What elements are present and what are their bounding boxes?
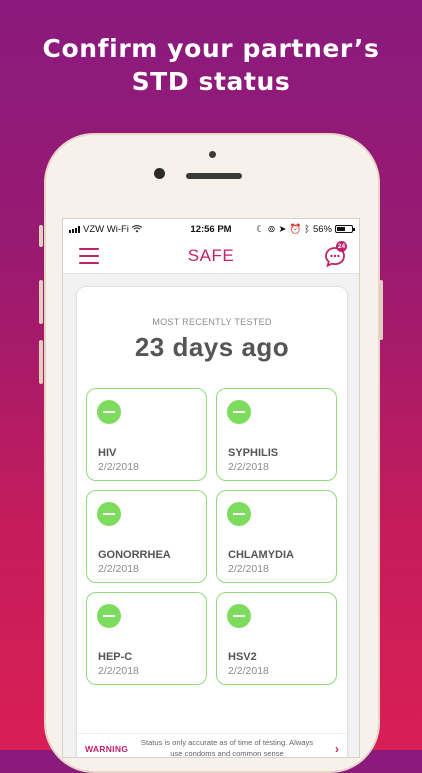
test-name: GONORRHEA [98, 549, 171, 561]
test-tile-gonorrhea[interactable]: GONORRHEA 2/2/2018 [86, 490, 207, 583]
test-tile-chlamydia[interactable]: CHLAMYDIA 2/2/2018 [216, 490, 337, 583]
volume-up-button [39, 280, 43, 324]
battery-icon [335, 225, 355, 233]
headline-line-1: Confirm your partner’s [42, 34, 380, 63]
test-date: 2/2/2018 [228, 461, 269, 473]
recent-tested-value: 23 days ago [134, 332, 290, 362]
negative-status-icon [97, 502, 121, 526]
headline-line-2: STD status [131, 67, 291, 96]
mute-switch [39, 225, 43, 247]
test-tile-hsv2[interactable]: HSV2 2/2/2018 [216, 592, 337, 685]
negative-status-icon [97, 400, 121, 424]
test-date: 2/2/2018 [228, 665, 269, 677]
warning-text: Status is only accurate as of time of te… [140, 738, 314, 758]
test-date: 2/2/2018 [228, 563, 269, 575]
chevron-right-icon: › [335, 742, 339, 756]
earpiece-speaker [186, 173, 242, 179]
location-icon: ➤ [278, 223, 287, 235]
warning-banner[interactable]: WARNING Status is only accurate as of ti… [77, 733, 347, 758]
rotation-lock-icon: ⊚ [267, 223, 276, 235]
test-name: HIV [98, 447, 117, 459]
test-date: 2/2/2018 [98, 563, 139, 575]
app-navbar: SAFE 24 [63, 239, 359, 274]
test-date: 2/2/2018 [98, 461, 139, 473]
chat-badge: 24 [336, 241, 347, 252]
negative-status-icon [97, 604, 121, 628]
negative-status-icon [227, 502, 251, 526]
proximity-sensor [209, 151, 216, 158]
front-camera [154, 168, 165, 179]
test-tile-syphilis[interactable]: SYPHILIS 2/2/2018 [216, 388, 337, 481]
test-date: 2/2/2018 [98, 665, 139, 677]
test-name: HSV2 [228, 651, 257, 663]
test-name: CHLAMYDIA [228, 549, 294, 561]
recent-tested-label: MOST RECENTLY TESTED [152, 317, 272, 327]
main-content: MOST RECENTLY TESTED 23 days ago HIV 2/2… [63, 274, 359, 758]
warning-label: WARNING [85, 744, 129, 754]
power-button [379, 280, 383, 340]
test-name: HEP-C [98, 651, 133, 663]
alarm-icon: ⏰ [289, 223, 302, 235]
test-name: SYPHILIS [228, 447, 279, 459]
bluetooth-icon: ᛒ [304, 223, 310, 235]
moon-icon: ☾ [255, 223, 265, 235]
promo-headline: Confirm your partner’s STD status [0, 32, 422, 98]
phone-screen: VZW Wi-Fi 12:56 PM ☾ ⊚ ➤ ⏰ ᛒ 56% SAFE 24… [62, 218, 360, 758]
test-tile-hiv[interactable]: HIV 2/2/2018 [86, 388, 207, 481]
volume-down-button [39, 340, 43, 384]
negative-status-icon [227, 604, 251, 628]
battery-percent: 56% [312, 223, 332, 235]
test-tile-hep-c[interactable]: HEP-C 2/2/2018 [86, 592, 207, 685]
status-bar: VZW Wi-Fi 12:56 PM ☾ ⊚ ➤ ⏰ ᛒ 56% [63, 219, 359, 239]
status-card: MOST RECENTLY TESTED 23 days ago HIV 2/2… [76, 286, 348, 758]
app-title: SAFE [187, 246, 235, 265]
negative-status-icon [227, 400, 251, 424]
